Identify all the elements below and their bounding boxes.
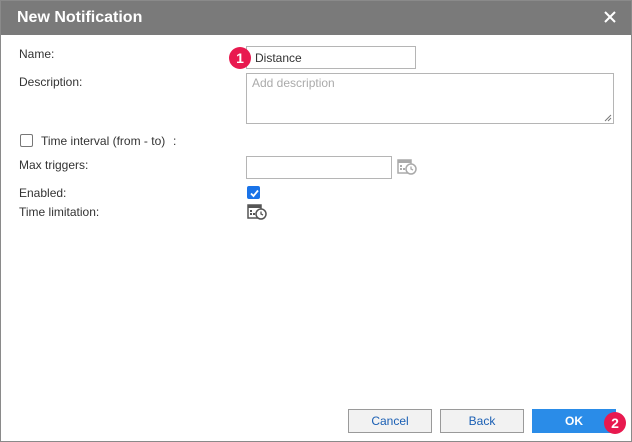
resize-grip-icon[interactable]	[604, 114, 612, 122]
max-triggers-label: Max triggers:	[19, 158, 89, 172]
dialog-titlebar: New Notification	[1, 1, 631, 35]
back-button[interactable]: Back	[440, 409, 524, 433]
step-badge-2: 2	[604, 412, 626, 434]
name-label: Name:	[19, 47, 55, 61]
time-limitation-calendar-icon[interactable]	[247, 203, 267, 221]
cancel-button[interactable]: Cancel	[348, 409, 432, 433]
enabled-label: Enabled:	[19, 186, 67, 200]
name-input[interactable]	[246, 46, 416, 69]
checkmark-icon	[250, 189, 259, 198]
description-label: Description:	[19, 75, 83, 89]
time-interval-label: Time interval (from - to)	[41, 134, 166, 148]
dialog-title: New Notification	[17, 9, 143, 26]
description-input[interactable]	[246, 73, 614, 124]
time-interval-checkbox[interactable]	[20, 134, 33, 147]
new-notification-dialog: New Notification Name: 1 Description: Ti…	[0, 0, 632, 442]
enabled-checkbox[interactable]	[247, 186, 260, 199]
time-limitation-label: Time limitation:	[19, 205, 100, 219]
time-interval-colon: :	[173, 134, 177, 148]
max-triggers-input[interactable]	[246, 156, 392, 179]
step-badge-1: 1	[229, 47, 251, 69]
max-triggers-calendar-icon[interactable]	[397, 158, 417, 176]
close-icon[interactable]	[601, 8, 619, 26]
